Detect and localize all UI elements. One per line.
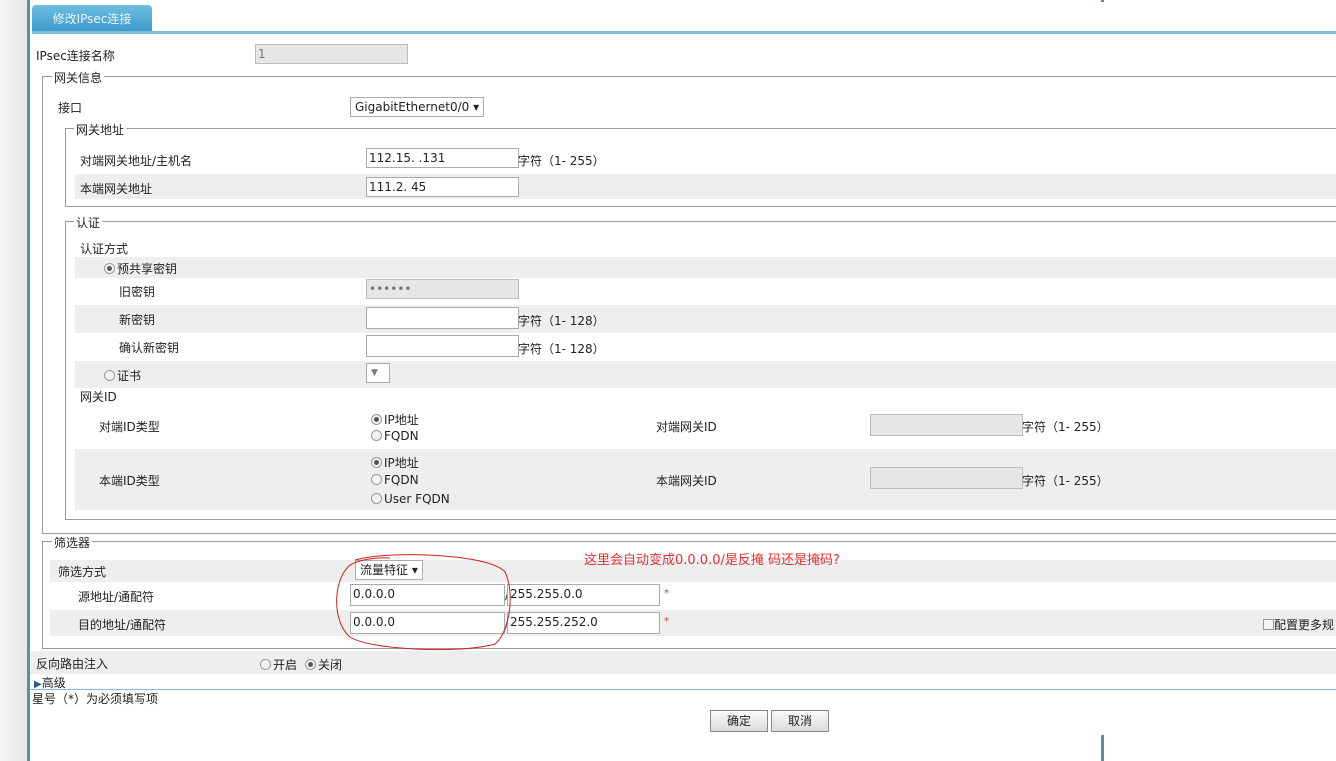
interface-value: GigabitEthernet0/0 [355, 100, 470, 114]
gateway-address-legend: 网关地址 [74, 121, 127, 138]
frame-divider [1101, 735, 1104, 761]
divider [30, 689, 1336, 690]
option-label: FQDN [384, 429, 419, 443]
option-label: FQDN [384, 473, 419, 487]
old-key-input[interactable]: •••••• [366, 279, 519, 299]
row-bg [75, 257, 1336, 278]
radio-icon [104, 370, 115, 381]
confirm-key-input[interactable] [366, 335, 519, 357]
cert-label: 证书 [117, 369, 142, 383]
psk-label: 预共享密钥 [117, 262, 178, 276]
cert-radio[interactable]: 证书 [104, 367, 141, 384]
option-label: IP地址 [384, 413, 419, 427]
radio-checked-icon [104, 263, 115, 274]
rri-off-radio[interactable]: 关闭 [305, 656, 342, 673]
more-rules-checkbox[interactable]: 配置更多规 [1263, 616, 1334, 633]
row-bg [75, 361, 1336, 388]
peer-id-hint: 字符（1- 255） [1022, 420, 1109, 434]
required-star: * [664, 616, 669, 627]
more-rules-label: 配置更多规 [1274, 618, 1335, 632]
old-key-label: 旧密钥 [119, 285, 156, 299]
hand-drawn-circle [336, 554, 511, 651]
new-key-input[interactable] [366, 307, 519, 329]
rri-label: 反向路由注入 [36, 657, 109, 671]
cancel-button[interactable]: 取消 [771, 710, 829, 732]
row-bg [75, 174, 1336, 199]
cert-select[interactable]: ▼ [366, 363, 390, 383]
interface-select[interactable]: GigabitEthernet0/0 ▾ [350, 97, 485, 117]
radio-icon [371, 493, 382, 504]
auth-method-label: 认证方式 [80, 242, 129, 256]
interface-label: 接口 [58, 101, 83, 115]
chevron-down-icon: ▼ [371, 368, 378, 378]
psk-radio[interactable]: 预共享密钥 [104, 260, 177, 277]
annotation-note: 这里会自动变成0.0.0.0/是反掩 码还是掩码? [584, 553, 840, 568]
confirm-key-hint: 字符（1- 128） [518, 342, 605, 356]
src-label: 源地址/通配符 [78, 590, 155, 604]
ok-button[interactable]: 确定 [710, 710, 768, 732]
radio-checked-icon [305, 659, 316, 670]
required-note: 星号（*）为必须填写项 [32, 692, 159, 706]
local-id-hint: 字符（1- 255） [1022, 474, 1109, 488]
new-key-label: 新密钥 [119, 313, 156, 327]
gateway-info-legend: 网关信息 [52, 69, 105, 86]
confirm-key-label: 确认新密钥 [119, 341, 180, 355]
row-bg [50, 610, 1336, 636]
local-id-type-label: 本端ID类型 [99, 474, 160, 488]
checkbox-icon [1263, 619, 1274, 630]
required-star: * [664, 588, 669, 599]
local-id-userfqdn-radio[interactable]: User FQDN [371, 492, 450, 506]
radio-icon [260, 659, 271, 670]
local-id-label: 本端网关ID [656, 474, 717, 488]
left-frame-bar [0, 0, 30, 761]
ipsec-name-label: IPsec连接名称 [36, 49, 115, 63]
option-label: IP地址 [384, 456, 419, 470]
peer-address-hint: 字符（1- 255） [518, 154, 605, 168]
local-id-input[interactable] [870, 467, 1023, 489]
new-key-hint: 字符（1- 128） [518, 314, 605, 328]
gateway-id-label: 网关ID [80, 390, 117, 404]
frame-divider [1101, 0, 1104, 2]
peer-address-input[interactable]: 112.15. .131 [366, 148, 519, 168]
auth-legend: 认证 [74, 214, 103, 231]
filter-mode-label: 筛选方式 [58, 565, 107, 579]
peer-id-label: 对端网关ID [656, 420, 717, 434]
radio-icon [371, 430, 382, 441]
rri-on-radio[interactable]: 开启 [260, 656, 297, 673]
filter-legend: 筛选器 [52, 534, 93, 551]
local-address-label: 本端网关地址 [80, 182, 153, 196]
tab-underline [32, 31, 1336, 34]
radio-checked-icon [371, 457, 382, 468]
dst-label: 目的地址/通配符 [78, 618, 167, 632]
row-bg [30, 651, 1336, 674]
tab-edit-ipsec[interactable]: 修改IPsec连接 [32, 5, 152, 32]
advanced-label: 高级 [41, 676, 66, 690]
local-id-ip-radio[interactable]: IP地址 [371, 454, 419, 471]
local-id-fqdn-radio[interactable]: FQDN [371, 473, 419, 487]
peer-id-type-label: 对端ID类型 [99, 420, 160, 434]
chevron-down-icon: ▾ [473, 100, 480, 114]
peer-address-label: 对端网关地址/主机名 [80, 154, 193, 168]
peer-id-ip-radio[interactable]: IP地址 [371, 411, 419, 428]
local-address-input[interactable]: 111.2. 45 [366, 177, 519, 197]
row-bg [75, 305, 1336, 333]
option-label: 关闭 [318, 658, 343, 672]
peer-id-input[interactable] [870, 414, 1023, 436]
radio-checked-icon [371, 414, 382, 425]
radio-icon [371, 474, 382, 485]
option-label: User FQDN [384, 492, 450, 506]
peer-id-fqdn-radio[interactable]: FQDN [371, 429, 419, 443]
option-label: 开启 [273, 658, 298, 672]
ipsec-name-input[interactable]: 1 [255, 44, 408, 64]
